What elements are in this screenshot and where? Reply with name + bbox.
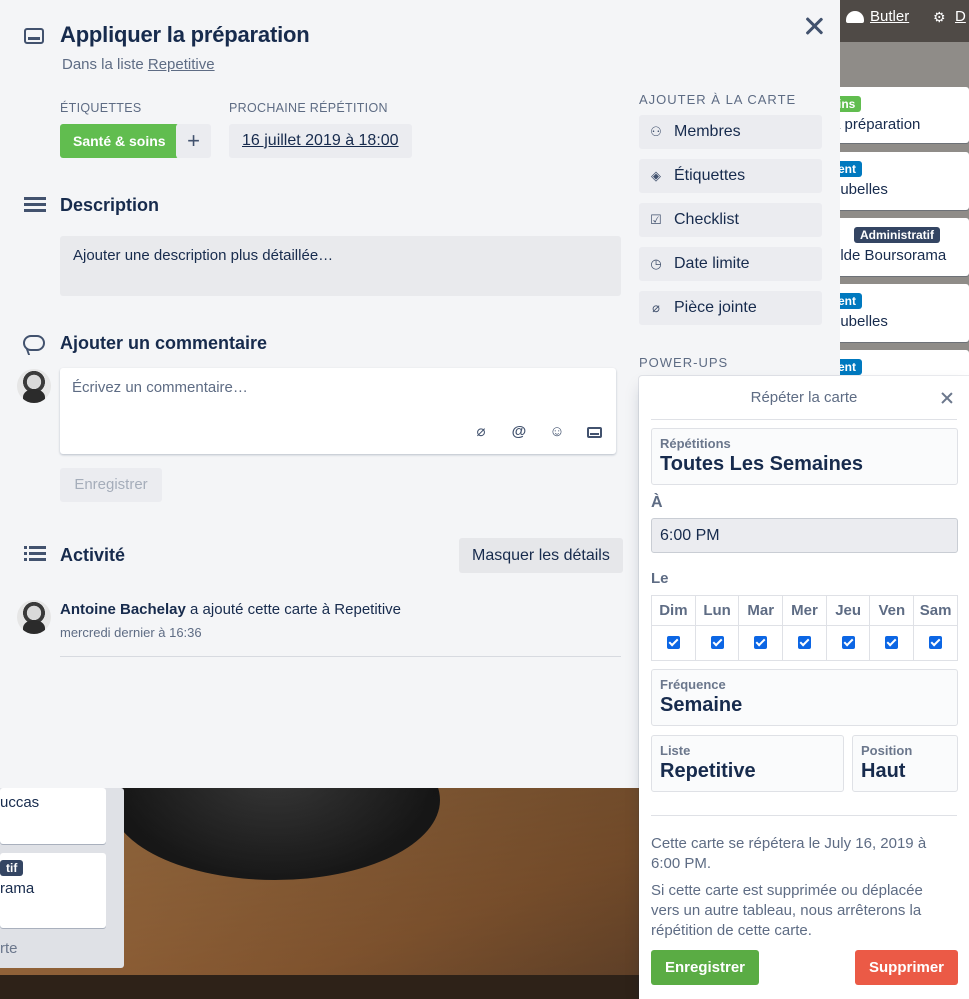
delete-button[interactable]: Supprimer bbox=[855, 950, 958, 985]
description-field[interactable]: Ajouter une description plus détaillée… bbox=[60, 236, 621, 296]
position-select[interactable]: Position Haut bbox=[852, 735, 958, 792]
activity-time[interactable]: mercredi dernier à 16:36 bbox=[60, 625, 202, 640]
activity-heading: Activité bbox=[60, 545, 126, 565]
time-label: À bbox=[651, 494, 663, 511]
butler-link[interactable]: Butler bbox=[846, 8, 909, 25]
day-checkbox-sam[interactable] bbox=[929, 636, 943, 650]
attachment-button[interactable]: ⌀ Pièce jointe bbox=[639, 291, 822, 325]
add-card-link[interactable]: rte bbox=[0, 940, 18, 957]
in-list-text: Dans la liste Repetitive bbox=[62, 56, 215, 73]
day-checkbox-ven[interactable] bbox=[885, 636, 899, 650]
repeat-card-popover: Répéter la carte Répétitions Toutes Les … bbox=[639, 376, 969, 999]
due-date-button[interactable]: ◷ Date limite bbox=[639, 247, 822, 281]
gears-icon: ⚙ bbox=[933, 8, 946, 25]
paperclip-icon: ⌀ bbox=[652, 300, 660, 315]
day-header: Sam bbox=[913, 595, 958, 626]
members-button[interactable]: ⚇ Membres bbox=[639, 115, 822, 149]
butler-icon bbox=[846, 10, 864, 23]
card-title: oubelles bbox=[832, 181, 888, 198]
activity-user[interactable]: Antoine Bachelay bbox=[60, 601, 186, 618]
divider bbox=[651, 815, 957, 816]
card-icon bbox=[24, 28, 44, 44]
time-input[interactable]: 6:00 PM bbox=[651, 518, 958, 553]
person-icon: ⚇ bbox=[650, 124, 662, 139]
frequency-select[interactable]: Fréquence Semaine bbox=[651, 669, 958, 726]
day-checkbox-mer[interactable] bbox=[797, 636, 811, 650]
board-card[interactable]: ent oubelles bbox=[822, 284, 969, 342]
emoji-icon[interactable] bbox=[549, 424, 565, 440]
attachment-icon[interactable] bbox=[473, 424, 489, 440]
card-label: Administratif bbox=[854, 227, 941, 243]
add-label-button[interactable]: + bbox=[176, 124, 211, 158]
card-link-icon[interactable] bbox=[587, 426, 602, 438]
day-header: Mar bbox=[738, 595, 784, 626]
mention-icon[interactable] bbox=[511, 424, 527, 440]
card-title: rama bbox=[0, 880, 35, 897]
label-sante-soins[interactable]: Santé & soins bbox=[60, 124, 179, 158]
day-header: Mer bbox=[782, 595, 827, 626]
board-card[interactable]: uccas bbox=[0, 788, 106, 844]
list-link[interactable]: Repetitive bbox=[148, 56, 215, 73]
clock-icon: ◷ bbox=[650, 256, 662, 271]
description-icon bbox=[24, 197, 46, 215]
header-menu-link[interactable]: ⚙ D bbox=[933, 8, 966, 25]
activity-entry: Antoine Bachelay a ajouté cette carte à … bbox=[60, 601, 402, 618]
tag-icon: ◈ bbox=[651, 168, 661, 183]
day-header: Ven bbox=[869, 595, 915, 626]
days-table: Dim Lun Mar Mer Jeu Ven Sam bbox=[651, 595, 958, 661]
board-card[interactable]: ins a préparation bbox=[822, 87, 969, 143]
card-title: oubelles bbox=[832, 313, 888, 330]
checklist-icon: ☑ bbox=[650, 212, 662, 227]
save-comment-button[interactable]: Enregistrer bbox=[60, 468, 162, 502]
powerups-heading: POWER-UPS bbox=[639, 355, 729, 370]
description-heading: Description bbox=[60, 195, 160, 215]
day-header: Lun bbox=[694, 595, 740, 626]
close-icon[interactable] bbox=[802, 14, 826, 38]
next-repetition-date[interactable]: 16 juillet 2019 à 18:00 bbox=[229, 124, 412, 158]
day-checkbox-dim[interactable] bbox=[666, 636, 680, 650]
card-title: uccas bbox=[0, 794, 40, 811]
day-checkbox-jeu[interactable] bbox=[841, 636, 855, 650]
comment-icon bbox=[23, 335, 45, 351]
close-icon[interactable] bbox=[939, 390, 955, 406]
card-title: olde Boursorama bbox=[832, 247, 947, 264]
labels-button[interactable]: ◈ Étiquettes bbox=[639, 159, 822, 193]
popover-title: Répéter la carte bbox=[750, 389, 858, 406]
labels-heading: ÉTIQUETTES bbox=[60, 101, 142, 115]
activity-icon bbox=[24, 546, 46, 564]
board-card[interactable]: tif rama bbox=[0, 853, 106, 928]
day-header: Jeu bbox=[825, 595, 871, 626]
save-button[interactable]: Enregistrer bbox=[651, 950, 759, 985]
board-card[interactable]: ent oubelles bbox=[822, 152, 969, 210]
divider bbox=[60, 656, 621, 657]
card-label: tif bbox=[0, 860, 24, 876]
add-to-card-heading: AJOUTER À LA CARTE bbox=[639, 92, 797, 107]
checklist-button[interactable]: ☑ Checklist bbox=[639, 203, 822, 237]
day-checkbox-mar[interactable] bbox=[754, 636, 768, 650]
hide-details-button[interactable]: Masquer les détails bbox=[459, 538, 623, 573]
day-header: Dim bbox=[651, 595, 696, 626]
card-title[interactable]: Appliquer la préparation bbox=[60, 22, 310, 48]
avatar[interactable] bbox=[17, 369, 51, 403]
board-card[interactable]: Administratif olde Boursorama bbox=[822, 218, 969, 276]
comment-input[interactable]: Écrivez un commentaire… bbox=[60, 368, 616, 454]
repeat-warning: Si cette carte est supprimée ou déplacée… bbox=[651, 882, 923, 939]
next-repetition-heading: PROCHAINE RÉPÉTITION bbox=[229, 101, 388, 115]
list-select[interactable]: Liste Repetitive bbox=[651, 735, 844, 792]
avatar[interactable] bbox=[17, 600, 51, 634]
days-label: Le bbox=[651, 570, 669, 587]
repetitions-select[interactable]: Répétitions Toutes Les Semaines bbox=[651, 428, 958, 485]
comment-heading: Ajouter un commentaire bbox=[60, 333, 268, 353]
day-checkbox-lun[interactable] bbox=[710, 636, 724, 650]
repeat-info: Cette carte se répétera le July 16, 2019… bbox=[651, 835, 927, 872]
card-title: a préparation bbox=[832, 116, 921, 133]
divider bbox=[651, 419, 957, 420]
